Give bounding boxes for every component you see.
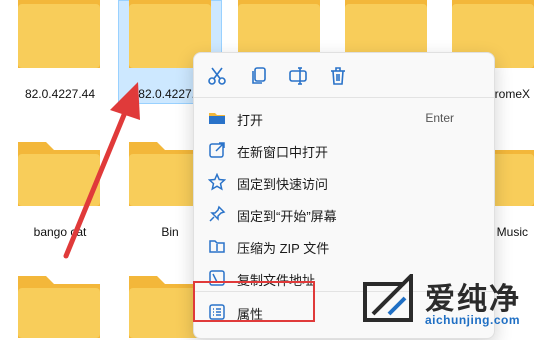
menu-item-label: 在新窗口中打开 bbox=[237, 145, 329, 160]
folder-open-icon bbox=[208, 109, 226, 127]
menu-item-label: 固定到快速访问 bbox=[237, 177, 329, 192]
menu-item-pin-quick-access[interactable]: 固定到快速访问 bbox=[204, 167, 484, 197]
red-arrow-annotation bbox=[63, 82, 140, 259]
menu-item-open[interactable]: 打开 Enter bbox=[204, 103, 484, 133]
watermark-logo-icon bbox=[363, 274, 413, 322]
folder-icon[interactable] bbox=[16, 0, 102, 70]
zip-icon bbox=[208, 237, 226, 255]
open-new-window-icon bbox=[208, 141, 226, 159]
cut-icon[interactable] bbox=[206, 65, 228, 87]
menu-item-shortcut: Enter bbox=[425, 111, 454, 125]
menu-item-compress-zip[interactable]: 压缩为 ZIP 文件 bbox=[204, 231, 484, 261]
pin-icon bbox=[208, 205, 226, 223]
watermark-title: 爱纯净 bbox=[425, 283, 521, 316]
menu-item-pin-start[interactable]: 固定到“开始”屏幕 bbox=[204, 199, 484, 229]
rename-icon[interactable] bbox=[287, 65, 309, 87]
menu-divider bbox=[194, 97, 494, 98]
properties-highlight-box bbox=[193, 281, 315, 322]
delete-icon[interactable] bbox=[327, 65, 349, 87]
watermark-url: aichunjing.com bbox=[425, 313, 521, 327]
star-icon bbox=[207, 172, 227, 191]
context-menu-toolbar bbox=[194, 53, 494, 97]
menu-item-label: 固定到“开始”屏幕 bbox=[237, 209, 337, 224]
watermark: 爱纯净 aichunjing.com bbox=[353, 270, 549, 333]
menu-item-label: 压缩为 ZIP 文件 bbox=[237, 241, 330, 256]
menu-item-open-new-window[interactable]: 在新窗口中打开 bbox=[204, 135, 484, 165]
menu-item-label: 打开 bbox=[237, 113, 264, 128]
folder-icon[interactable] bbox=[16, 270, 102, 340]
copy-icon[interactable] bbox=[248, 65, 270, 87]
